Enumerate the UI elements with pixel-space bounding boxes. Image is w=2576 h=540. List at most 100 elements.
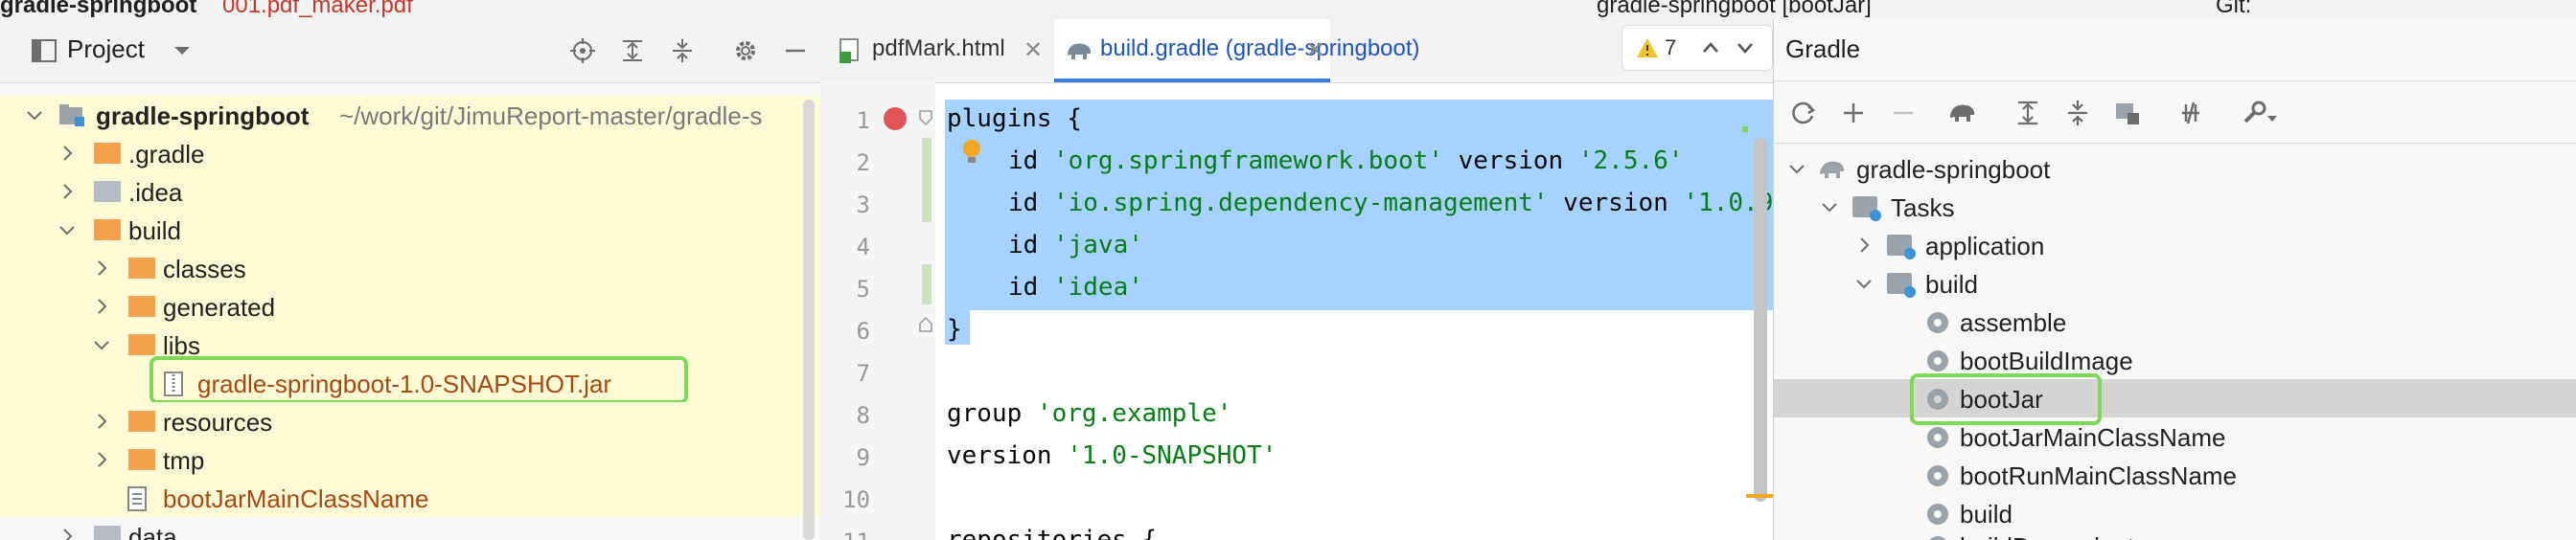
tree-item-tmp[interactable]: tmp (0, 440, 820, 479)
tree-item-gradle[interactable]: .gradle (0, 134, 820, 172)
close-icon[interactable]: ✕ (1305, 36, 1324, 64)
chevron-right-icon[interactable] (90, 448, 113, 471)
project-scrollbar[interactable] (803, 100, 815, 540)
project-panel-title[interactable]: Project (67, 34, 145, 64)
chevron-right-icon[interactable] (90, 410, 113, 433)
chevron-right-icon[interactable] (90, 295, 113, 318)
editor-scrollbar[interactable] (1754, 138, 1767, 502)
fold-icon[interactable] (918, 316, 933, 333)
collapse-all-icon[interactable] (2063, 99, 2092, 127)
wrench-icon[interactable] (2240, 99, 2268, 127)
top-file-name[interactable]: 001.pdf_maker.pdf (222, 0, 413, 19)
module-folder-icon (59, 104, 84, 126)
project-view-icon (32, 39, 57, 62)
tab-pdfmark[interactable]: pdfMark.html ✕ (820, 19, 1054, 82)
gradle-task[interactable]: bootRunMainClassName (1774, 456, 2576, 494)
tree-root-path: ~/work/git/JimuReport-master/gradle-s (339, 101, 763, 130)
tree-item-build[interactable]: build (0, 211, 820, 249)
expand-all-icon[interactable] (619, 37, 646, 64)
add-icon[interactable] (1839, 99, 1868, 127)
refresh-icon[interactable] (1789, 99, 1818, 127)
tree-item-idea[interactable]: .idea (0, 172, 820, 211)
expand-all-icon[interactable] (2013, 99, 2042, 127)
gradle-elephant-icon[interactable] (1948, 99, 1977, 127)
chevron-down-icon[interactable] (2266, 114, 2278, 124)
folder-icon (94, 219, 121, 240)
code-line[interactable]: id 'idea' (1008, 266, 1143, 308)
gradle-tree-root[interactable]: gradle-springboot (1774, 149, 2576, 188)
chevron-down-icon[interactable] (1736, 39, 1755, 56)
gradle-task-selected[interactable]: bootJar (1774, 379, 2576, 417)
gradle-group-label: application (1925, 232, 2045, 260)
top-project-name: gradle-springboot (0, 0, 197, 18)
gradle-group-application[interactable]: application (1774, 226, 2576, 264)
gradle-panel: Gradle gradle-springboot Tasks applicati… (1773, 19, 2576, 540)
gradle-task[interactable]: buildDependents (1774, 527, 2576, 540)
chevron-right-icon[interactable] (1852, 234, 1875, 257)
code-line[interactable]: plugins { (947, 98, 1082, 140)
chevron-right-icon[interactable] (56, 525, 79, 540)
chevron-down-icon[interactable] (90, 333, 113, 356)
code-line[interactable]: id 'java' (1008, 224, 1143, 266)
gradle-task[interactable]: bootBuildImage (1774, 341, 2576, 379)
chevron-down-icon[interactable] (56, 218, 79, 241)
minimize-icon[interactable] (782, 37, 809, 64)
code-line[interactable]: } (947, 308, 962, 350)
inspection-widget[interactable]: 7 (1622, 25, 1773, 71)
folder-icon (128, 411, 155, 432)
gradle-elephant-icon (1068, 43, 1092, 59)
chevron-down-icon[interactable] (1785, 157, 1808, 180)
tasks-folder-icon (1887, 235, 1916, 259)
tree-item-resources[interactable]: resources (0, 402, 820, 440)
tree-item-classes[interactable]: classes (0, 249, 820, 287)
chevron-right-icon[interactable] (90, 257, 113, 280)
collapse-all-icon[interactable] (669, 37, 696, 64)
tree-item-generated[interactable]: generated (0, 287, 820, 326)
vcs-change-marker[interactable] (922, 264, 932, 304)
breakpoint-icon[interactable] (882, 105, 908, 132)
gradle-tasks-node[interactable]: Tasks (1774, 188, 2576, 226)
gradle-task[interactable]: bootJarMainClassName (1774, 417, 2576, 456)
chevron-right-icon[interactable] (56, 142, 79, 165)
line-number: 1 (856, 107, 870, 134)
code-line[interactable]: id 'org.springframework.boot' version '2… (1008, 140, 1683, 182)
group-modules-icon[interactable] (2113, 99, 2142, 127)
tree-item-data[interactable]: data (0, 517, 820, 540)
tab-build-gradle[interactable]: build.gradle (gradle-springboot) ✕ (1054, 19, 1420, 82)
gear-icon (1927, 465, 1948, 486)
tree-root[interactable]: gradle-springboot ~/work/git/JimuReport-… (0, 96, 820, 134)
chevron-down-icon[interactable] (169, 37, 196, 64)
code-line[interactable]: version '1.0-SNAPSHOT' (947, 435, 1276, 477)
chevron-up-icon[interactable] (1701, 39, 1720, 56)
lightbulb-icon[interactable] (960, 138, 983, 167)
chevron-down-icon[interactable] (23, 103, 46, 126)
gradle-task[interactable]: assemble (1774, 303, 2576, 341)
tree-item-label: data (128, 523, 177, 540)
toggle-offline-icon[interactable] (2176, 99, 2205, 127)
project-panel: Project gradle-springboot ~/work/git/Jim… (0, 19, 821, 540)
gradle-tasks-label: Tasks (1891, 193, 1955, 222)
gear-icon[interactable] (732, 37, 759, 64)
close-icon[interactable]: ✕ (1024, 36, 1043, 64)
chevron-down-icon[interactable] (1818, 195, 1841, 218)
vcs-change-marker[interactable] (922, 138, 932, 222)
folder-icon (128, 258, 155, 279)
code-line[interactable]: repositories { (947, 519, 1157, 540)
chevron-right-icon[interactable] (56, 180, 79, 203)
folder-icon (94, 526, 121, 540)
remove-icon[interactable] (1889, 99, 1918, 127)
chevron-down-icon[interactable] (1852, 272, 1875, 295)
fold-icon[interactable] (918, 109, 933, 126)
tab-label: pdfMark.html (872, 35, 1005, 61)
locate-icon[interactable] (569, 37, 596, 64)
tree-item-label: resources (163, 408, 273, 437)
tree-root-label: gradle-springboot (96, 101, 310, 130)
run-config-select[interactable]: gradle-springboot [bootJar] (1597, 0, 1872, 19)
code-line[interactable]: id 'io.spring.dependency-management' ver… (1008, 182, 1773, 224)
line-number: 11 (820, 529, 870, 540)
gradle-group-build[interactable]: build (1774, 264, 2576, 303)
tree-item-bootjarmainclassname[interactable]: bootJarMainClassName (0, 479, 820, 517)
editor-panel: pdfMark.html ✕ build.gradle (gradle-spri… (820, 19, 1773, 540)
code-line[interactable]: group 'org.example' (947, 393, 1231, 435)
gear-icon (1927, 350, 1948, 371)
